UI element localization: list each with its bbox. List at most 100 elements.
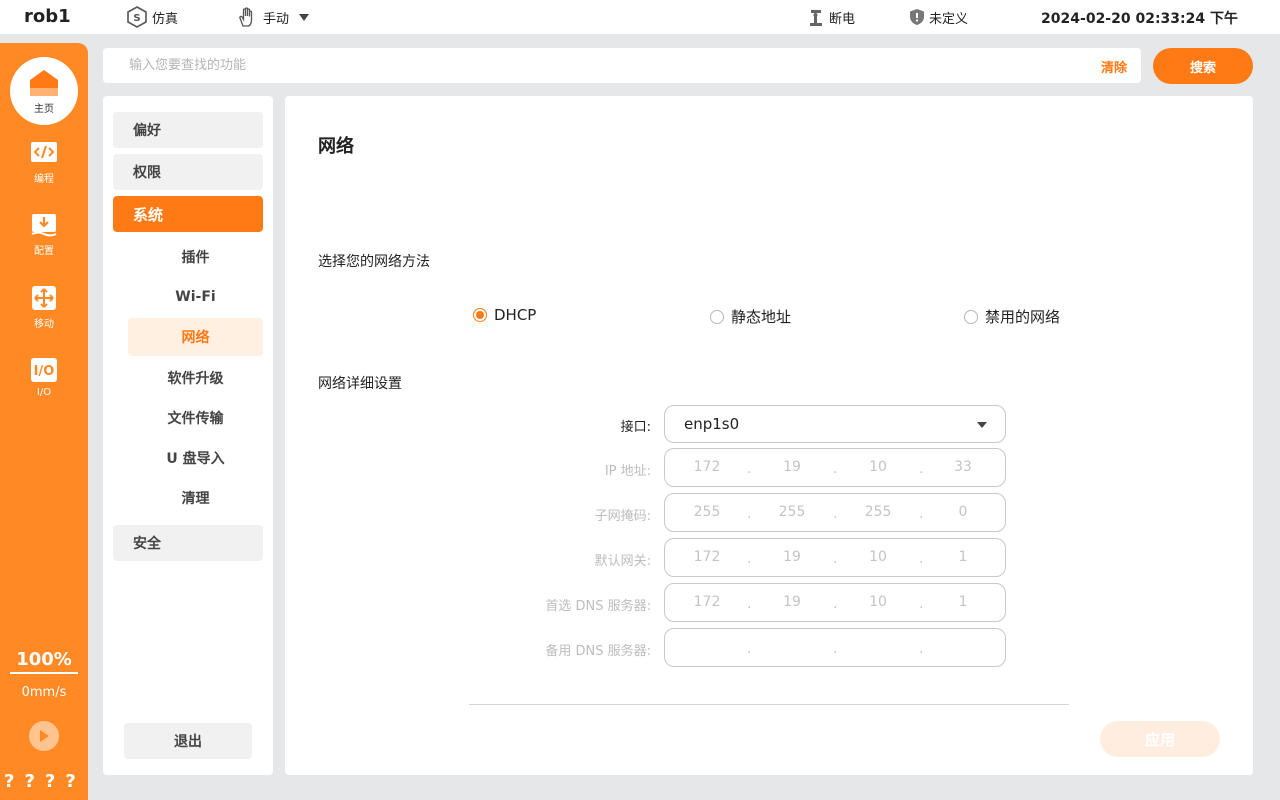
- ip-octet[interactable]: 255: [848, 494, 908, 531]
- subnet-mask-label: 子网掩码:: [594, 509, 651, 524]
- radio-label: 静态地址: [731, 308, 792, 326]
- hand-icon: [239, 7, 253, 27]
- ip-octet[interactable]: 1: [933, 539, 993, 576]
- ip-dot: .: [833, 506, 838, 522]
- radio-label: DHCP: [494, 306, 537, 324]
- interface-select[interactable]: enp1s0: [664, 405, 1006, 443]
- ip-octet[interactable]: 1: [933, 584, 993, 621]
- radio-label: 禁用的网络: [985, 308, 1061, 326]
- safety-status[interactable]: 未定义: [909, 0, 968, 34]
- chevron-down-icon: [299, 13, 310, 21]
- help-icon[interactable]: ?: [45, 771, 55, 792]
- robot-arm-icon: [810, 10, 822, 26]
- ip-octet[interactable]: [677, 629, 737, 666]
- ip-dot: .: [919, 506, 924, 522]
- ip-address-label: IP 地址:: [604, 464, 651, 479]
- secondary-dns-field[interactable]: . . .: [664, 628, 1006, 667]
- shield-icon: [910, 9, 924, 25]
- ip-dot: .: [919, 641, 924, 657]
- ip-dot: .: [919, 551, 924, 567]
- ip-address-field[interactable]: 172 . 19 . 10 . 33: [664, 448, 1006, 487]
- ip-octet[interactable]: 255: [677, 494, 737, 531]
- ip-octet[interactable]: 33: [933, 449, 993, 486]
- ip-octet[interactable]: 255: [762, 494, 822, 531]
- radio-dot[interactable]: [710, 309, 724, 324]
- page-title: 网络: [318, 136, 354, 157]
- rail-item-configure[interactable]: 配置: [0, 212, 88, 257]
- help-icon[interactable]: ?: [4, 771, 14, 792]
- details-label: 网络详细设置: [318, 376, 402, 392]
- gateway-field[interactable]: 172 . 19 . 10 . 1: [664, 538, 1006, 577]
- left-rail: 主页 编程 配置 移动 I/O I/O 100% 0mm/s ? ? ? ?: [0, 43, 88, 800]
- nav-sub-cleanup[interactable]: 清理: [128, 479, 263, 517]
- search-input[interactable]: [129, 48, 1029, 83]
- radio-dot[interactable]: [964, 309, 978, 324]
- radio-disabled[interactable]: 禁用的网络: [964, 306, 1060, 327]
- ip-octet[interactable]: 172: [677, 539, 737, 576]
- home-button[interactable]: 主页: [10, 57, 78, 125]
- safety-label: 未定义: [929, 11, 969, 27]
- radio-static[interactable]: 静态地址: [710, 306, 791, 327]
- rail-item-move[interactable]: 移动: [0, 285, 88, 330]
- apply-button[interactable]: 应用: [1100, 721, 1220, 757]
- ip-octet[interactable]: [762, 629, 822, 666]
- speed-mm: 0mm/s: [21, 685, 67, 700]
- nav-sub-plugins[interactable]: 插件: [128, 238, 263, 276]
- simulation-toggle[interactable]: S 仿真: [126, 0, 178, 34]
- rail-item-io[interactable]: I/O I/O: [0, 357, 88, 398]
- ip-dot: .: [747, 596, 752, 612]
- search-box: 清除: [103, 48, 1141, 83]
- nav-system[interactable]: 系统: [113, 196, 263, 232]
- chevron-down-icon: [977, 422, 987, 428]
- ip-octet[interactable]: 10: [848, 449, 908, 486]
- play-button[interactable]: [29, 721, 59, 751]
- nav-sub-network[interactable]: 网络: [128, 318, 263, 356]
- help-icons: ? ? ? ?: [4, 771, 76, 792]
- download-config-icon: [30, 212, 58, 238]
- ip-octet[interactable]: 19: [762, 584, 822, 621]
- nav-sub-wifi[interactable]: Wi-Fi: [128, 278, 263, 316]
- top-bar: rob1 S 仿真 手动 断电 未定义 2024-02-20 02:33:24: [0, 0, 1280, 34]
- interface-value: enp1s0: [684, 415, 740, 433]
- nav-sub-software-update[interactable]: 软件升级: [128, 359, 263, 397]
- ip-dot: .: [747, 551, 752, 567]
- nav-security[interactable]: 安全: [113, 525, 263, 561]
- rail-item-programming[interactable]: 编程: [0, 140, 88, 185]
- ip-octet[interactable]: [933, 629, 993, 666]
- primary-dns-field[interactable]: 172 . 19 . 10 . 1: [664, 583, 1006, 622]
- logout-button[interactable]: 退出: [124, 723, 252, 759]
- ip-octet[interactable]: 10: [848, 539, 908, 576]
- nav-sub-usb-import[interactable]: U 盘导入: [128, 439, 263, 477]
- ip-octet[interactable]: 172: [677, 584, 737, 621]
- ip-octet[interactable]: 19: [762, 449, 822, 486]
- rail-item-label: I/O: [36, 387, 52, 398]
- network-panel: 网络 选择您的网络方法 DHCP 静态地址 禁用的网络 网络详细设置 接口: e…: [285, 96, 1253, 775]
- ip-octet[interactable]: 10: [848, 584, 908, 621]
- nav-preferences[interactable]: 偏好: [113, 112, 263, 148]
- mode-label: 手动: [263, 11, 290, 27]
- clear-button[interactable]: 清除: [1101, 57, 1127, 76]
- ip-dot: .: [747, 506, 752, 522]
- speed-percent[interactable]: 100%: [10, 649, 78, 674]
- interface-label: 接口:: [620, 420, 651, 435]
- rail-item-label: 配置: [34, 246, 54, 257]
- nav-permissions[interactable]: 权限: [113, 154, 263, 190]
- nav-sub-file-transfer[interactable]: 文件传输: [128, 399, 263, 437]
- robot-name[interactable]: rob1: [24, 6, 71, 27]
- subnet-mask-field[interactable]: 255 . 255 . 255 . 0: [664, 493, 1006, 532]
- settings-nav: 偏好 权限 系统 插件 Wi-Fi 网络 软件升级 文件传输 U 盘导入 清理 …: [103, 96, 273, 775]
- code-icon: [30, 140, 58, 166]
- ip-octet[interactable]: 0: [933, 494, 993, 531]
- svg-text:I/O: I/O: [34, 364, 55, 379]
- ip-octet[interactable]: [848, 629, 908, 666]
- ip-octet[interactable]: 19: [762, 539, 822, 576]
- power-status[interactable]: 断电: [807, 0, 855, 34]
- help-icon[interactable]: ?: [24, 771, 34, 792]
- search-button[interactable]: 搜索: [1153, 48, 1253, 84]
- radio-dot[interactable]: [473, 308, 487, 322]
- ip-dot: .: [919, 461, 924, 477]
- help-icon[interactable]: ?: [65, 771, 75, 792]
- mode-dropdown[interactable]: 手动: [235, 0, 310, 34]
- radio-dhcp[interactable]: DHCP: [473, 306, 536, 324]
- ip-octet[interactable]: 172: [677, 449, 737, 486]
